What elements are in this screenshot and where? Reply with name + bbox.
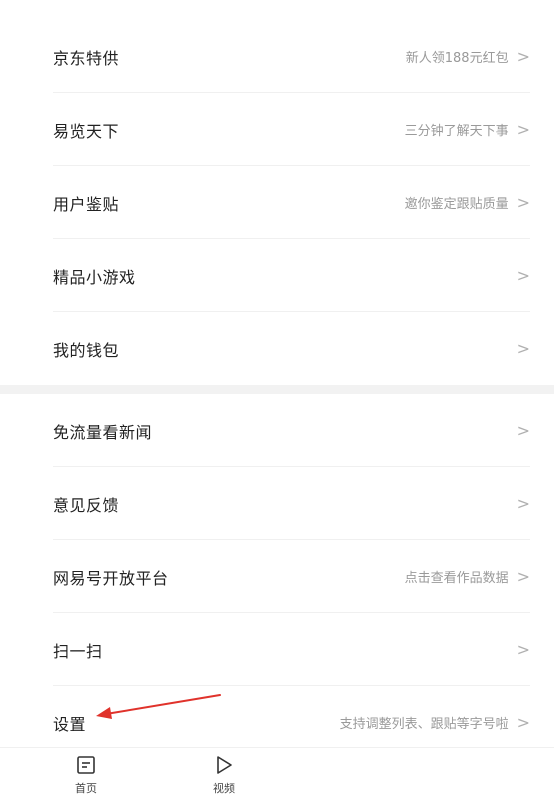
chevron-right-icon: >	[516, 120, 530, 139]
section-divider	[0, 385, 554, 394]
menu-item-hint: 支持调整列表、跟贴等字号啦	[339, 717, 509, 732]
menu-item-title: 用户鉴贴	[53, 194, 120, 214]
settings-screen: 京东特供 新人领188元红包 > 易览天下 三分钟了解天下事 > 用户鉴贴 邀你…	[0, 0, 554, 806]
menu-item-hint: 三分钟了解天下事	[404, 124, 509, 139]
menu-item-jd[interactable]: 京东特供 新人领188元红包 >	[0, 20, 554, 93]
menu-item-free-data-news[interactable]: 免流量看新闻 >	[0, 394, 554, 467]
menu-item-right: 支持调整列表、跟贴等字号啦 >	[340, 713, 530, 732]
tab-label: 首页	[75, 782, 97, 795]
chevron-right-icon: >	[516, 713, 530, 732]
menu-item-yilan[interactable]: 易览天下 三分钟了解天下事 >	[0, 93, 554, 166]
chevron-right-icon: >	[516, 339, 530, 358]
menu-item-right: >	[509, 339, 530, 358]
menu-item-title: 易览天下	[53, 121, 120, 141]
chevron-right-icon: >	[516, 421, 530, 440]
menu-list: 京东特供 新人领188元红包 > 易览天下 三分钟了解天下事 > 用户鉴贴 邀你…	[0, 0, 554, 759]
menu-item-open-platform[interactable]: 网易号开放平台 点击查看作品数据 >	[0, 540, 554, 613]
chevron-right-icon: >	[516, 567, 530, 586]
menu-item-hint: 点击查看作品数据	[404, 571, 509, 586]
menu-item-title: 设置	[53, 714, 87, 734]
tab-home[interactable]: 首页	[50, 748, 122, 796]
menu-item-title: 意见反馈	[53, 495, 120, 515]
chevron-right-icon: >	[516, 193, 530, 212]
chevron-right-icon: >	[516, 47, 530, 66]
menu-item-title: 网易号开放平台	[53, 568, 169, 588]
menu-item-wallet[interactable]: 我的钱包 >	[0, 312, 554, 385]
bottom-tab-bar: 首页 视频	[0, 747, 554, 806]
menu-item-right: >	[509, 266, 530, 285]
tab-video[interactable]: 视频	[188, 748, 260, 796]
menu-item-user-review[interactable]: 用户鉴贴 邀你鉴定跟贴质量 >	[0, 166, 554, 239]
chevron-right-icon: >	[516, 266, 530, 285]
tab-label: 视频	[213, 782, 235, 795]
menu-item-title: 京东特供	[53, 48, 120, 68]
menu-item-title: 免流量看新闻	[53, 422, 153, 442]
chevron-right-icon: >	[516, 640, 530, 659]
menu-item-hint: 邀你鉴定跟贴质量	[404, 197, 509, 212]
chevron-right-icon: >	[516, 494, 530, 513]
menu-item-right: >	[509, 640, 530, 659]
menu-item-title: 扫一扫	[53, 641, 103, 661]
menu-item-title: 精品小游戏	[53, 267, 136, 287]
menu-item-right: 新人领188元红包 >	[406, 47, 530, 66]
menu-item-right: 邀你鉴定跟贴质量 >	[405, 193, 530, 212]
play-triangle-icon	[217, 756, 232, 774]
menu-item-right: 三分钟了解天下事 >	[405, 120, 530, 139]
menu-item-feedback[interactable]: 意见反馈 >	[0, 467, 554, 540]
menu-item-mini-games[interactable]: 精品小游戏 >	[0, 239, 554, 312]
menu-item-scan[interactable]: 扫一扫 >	[0, 613, 554, 686]
menu-item-title: 我的钱包	[53, 340, 120, 360]
menu-item-right: 点击查看作品数据 >	[405, 567, 530, 586]
menu-item-right: >	[509, 494, 530, 513]
menu-item-right: >	[509, 421, 530, 440]
menu-item-hint: 新人领188元红包	[405, 51, 509, 66]
news-page-icon	[77, 756, 95, 774]
